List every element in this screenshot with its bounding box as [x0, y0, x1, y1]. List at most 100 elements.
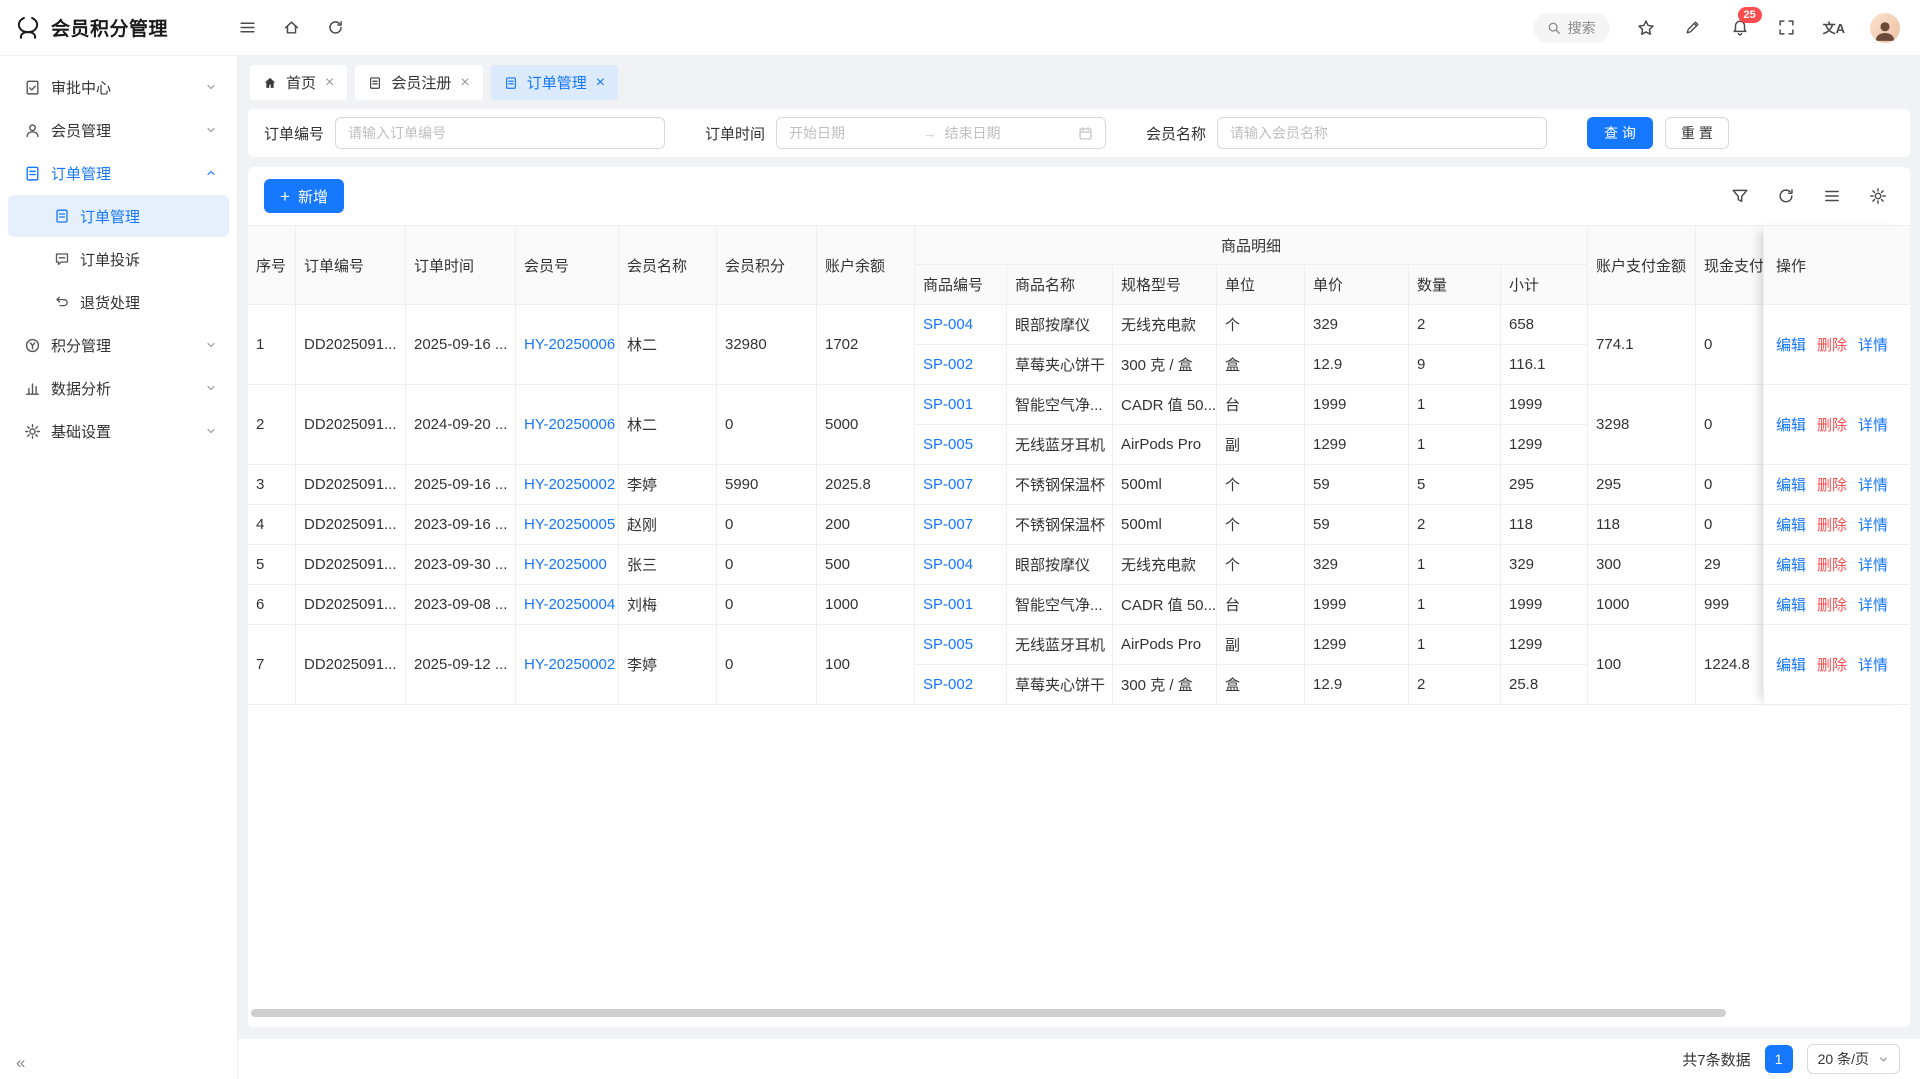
cell-product-code: SP-005 — [915, 625, 1007, 665]
product-code-link[interactable]: SP-002 — [923, 356, 973, 373]
notification-bell-icon[interactable]: 25 — [1729, 17, 1751, 39]
sidebar-item-points-management[interactable]: 积分管理 — [8, 324, 229, 366]
fullscreen-icon[interactable] — [1776, 17, 1798, 39]
cell-product-code: SP-004 — [915, 545, 1007, 585]
home-icon[interactable] — [280, 17, 302, 39]
table-toolbar: + 新增 — [248, 179, 1910, 225]
cell-order-time: 2023-09-08 ... — [406, 585, 516, 625]
cell-product-unit: 副 — [1217, 625, 1305, 665]
cell-balance: 500 — [817, 545, 915, 585]
cell-product-unit: 台 — [1217, 385, 1305, 425]
sidebar-collapse-button[interactable]: « — [16, 1053, 25, 1073]
edit-link[interactable]: 编辑 — [1776, 654, 1806, 675]
page-1-button[interactable]: 1 — [1765, 1045, 1793, 1073]
member-no-link[interactable]: HY-20250004 — [524, 596, 615, 613]
member-no-link[interactable]: HY-20250002 — [524, 476, 615, 493]
edit-link[interactable]: 编辑 — [1776, 474, 1806, 495]
refresh-icon[interactable] — [324, 17, 346, 39]
detail-link[interactable]: 详情 — [1858, 554, 1888, 575]
delete-link[interactable]: 删除 — [1817, 414, 1847, 435]
detail-link[interactable]: 详情 — [1858, 334, 1888, 355]
sidebar: 审批中心 会员管理 订单管理 — [0, 56, 238, 1079]
member-no-link[interactable]: HY-20250005 — [524, 516, 615, 533]
product-code-link[interactable]: SP-005 — [923, 436, 973, 453]
sidebar-item-order-management[interactable]: 订单管理 — [8, 152, 229, 194]
member-name-input[interactable] — [1217, 117, 1547, 149]
tab-label: 会员注册 — [391, 72, 451, 93]
edit-link[interactable]: 编辑 — [1776, 594, 1806, 615]
delete-link[interactable]: 删除 — [1817, 334, 1847, 355]
delete-link[interactable]: 删除 — [1817, 554, 1847, 575]
detail-link[interactable]: 详情 — [1858, 414, 1888, 435]
global-search[interactable]: 搜索 — [1533, 13, 1610, 43]
sidebar-item-member-management[interactable]: 会员管理 — [8, 109, 229, 151]
product-code-link[interactable]: SP-007 — [923, 476, 973, 493]
page-size-select[interactable]: 20 条/页 — [1807, 1044, 1900, 1074]
col-order-no: 订单编号 — [296, 225, 406, 305]
horizontal-scrollbar[interactable] — [251, 1009, 1726, 1017]
delete-link[interactable]: 删除 — [1817, 514, 1847, 535]
detail-link[interactable]: 详情 — [1858, 654, 1888, 675]
product-code-link[interactable]: SP-004 — [923, 316, 973, 333]
close-icon[interactable]: × — [325, 75, 334, 91]
avatar[interactable] — [1870, 13, 1900, 43]
cell-product-unit: 台 — [1217, 585, 1305, 625]
close-icon[interactable]: × — [596, 75, 605, 91]
sidebar-item-basic-settings[interactable]: 基础设置 — [8, 410, 229, 452]
edit-link[interactable]: 编辑 — [1776, 334, 1806, 355]
points-icon — [24, 337, 41, 354]
product-code-link[interactable]: SP-001 — [923, 596, 973, 613]
cell-member-no: HY-20250006 — [516, 305, 619, 385]
date-range-input[interactable]: 开始日期 → 结束日期 — [776, 117, 1106, 149]
product-code-link[interactable]: SP-002 — [923, 676, 973, 693]
sidebar-item-label: 审批中心 — [51, 77, 111, 98]
theme-pen-icon[interactable] — [1682, 17, 1704, 39]
density-icon[interactable] — [1822, 186, 1842, 206]
order-no-input[interactable] — [335, 117, 665, 149]
cell-product-name: 眼部按摩仪 — [1007, 305, 1113, 345]
table-card: + 新增 — [248, 167, 1910, 1027]
cell-product-qty: 1 — [1409, 425, 1501, 465]
product-code-link[interactable]: SP-004 — [923, 556, 973, 573]
close-icon[interactable]: × — [460, 75, 469, 91]
cell-product-spec: 无线充电款 — [1113, 305, 1217, 345]
sidebar-subitem-return-processing[interactable]: 退货处理 — [8, 281, 229, 323]
product-code-link[interactable]: SP-007 — [923, 516, 973, 533]
search-button[interactable]: 查 询 — [1587, 117, 1653, 149]
delete-link[interactable]: 删除 — [1817, 474, 1847, 495]
sidebar-item-data-analysis[interactable]: 数据分析 — [8, 367, 229, 409]
detail-link[interactable]: 详情 — [1858, 594, 1888, 615]
star-icon[interactable] — [1635, 17, 1657, 39]
hamburger-menu-icon[interactable] — [236, 17, 258, 39]
product-code-link[interactable]: SP-001 — [923, 396, 973, 413]
gear-icon[interactable] — [1868, 186, 1888, 206]
reset-button[interactable]: 重 置 — [1665, 117, 1729, 149]
filter-funnel-icon[interactable] — [1730, 186, 1750, 206]
sidebar-subitem-order-management[interactable]: 订单管理 — [8, 195, 229, 237]
sidebar-subitem-order-complaint[interactable]: 订单投诉 — [8, 238, 229, 280]
tab-order-management[interactable]: 订单管理 × — [491, 65, 618, 100]
cell-product-name: 无线蓝牙耳机 — [1007, 425, 1113, 465]
det​ail-link[interactable]: 详情 — [1858, 474, 1888, 495]
detail-link[interactable]: 详情 — [1858, 514, 1888, 535]
edit-link[interactable]: 编辑 — [1776, 514, 1806, 535]
edit-link[interactable]: 编辑 — [1776, 554, 1806, 575]
member-no-link[interactable]: HY-20250006 — [524, 336, 615, 353]
member-no-link[interactable]: HY-20250006 — [524, 416, 615, 433]
delete-link[interactable]: 删除 — [1817, 594, 1847, 615]
tab-member-register[interactable]: 会员注册 × — [355, 65, 482, 100]
tab-home[interactable]: 首页 × — [250, 65, 347, 100]
row-actions: 编辑 删除 详情 — [1764, 305, 1910, 385]
cell-product-unit: 盒 — [1217, 345, 1305, 385]
cell-product-spec: 500ml — [1113, 505, 1217, 545]
add-button[interactable]: + 新增 — [264, 179, 344, 213]
member-no-link[interactable]: HY-2025000 — [524, 556, 607, 573]
delete-link[interactable]: 删除 — [1817, 654, 1847, 675]
edit-link[interactable]: 编辑 — [1776, 414, 1806, 435]
sidebar-item-approval-center[interactable]: 审批中心 — [8, 66, 229, 108]
language-icon[interactable]: 文A — [1823, 17, 1845, 39]
product-code-link[interactable]: SP-005 — [923, 636, 973, 653]
refresh-icon[interactable] — [1776, 186, 1796, 206]
cell-account-pay: 118 — [1588, 505, 1696, 545]
member-no-link[interactable]: HY-20250002 — [524, 656, 615, 673]
